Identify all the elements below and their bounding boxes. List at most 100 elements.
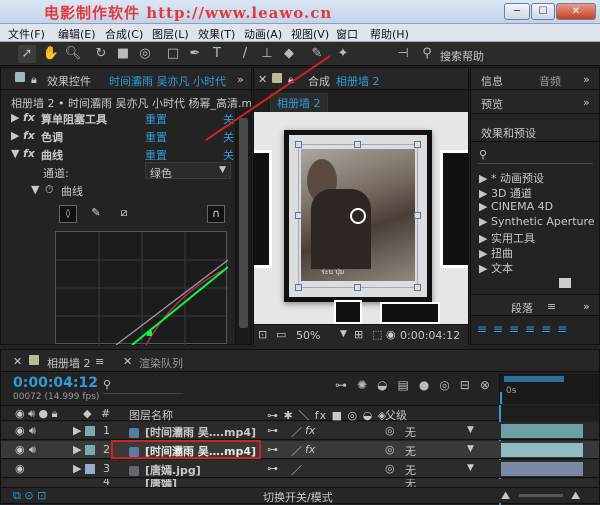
shy-switch-icon[interactable]: ⊶ — [267, 424, 278, 437]
parent-pick-whip-icon[interactable]: ◎ — [385, 462, 395, 475]
camera-tool-icon[interactable]: ■ — [114, 45, 132, 63]
visibility-icon[interactable]: ◉ — [15, 424, 25, 437]
reset-link[interactable]: 重置 — [145, 111, 167, 127]
eraser-tool-icon[interactable]: ◆ — [280, 45, 298, 63]
parent-pick-whip-icon[interactable]: ◎ — [385, 424, 395, 437]
fx-icon[interactable]: fx — [23, 111, 35, 124]
panel-menu-icon[interactable]: ≡ — [547, 300, 556, 313]
timeline-timecode[interactable]: 0:00:04:12 — [13, 375, 98, 391]
search-help-label[interactable]: 搜索帮助 — [440, 48, 484, 64]
stopwatch-icon[interactable]: ⏱︎ — [45, 183, 54, 197]
quality-switch-icon[interactable]: ／ — [291, 462, 302, 478]
tab-effects-presets[interactable]: 效果和预设 — [481, 125, 536, 141]
channel-select[interactable]: 绿色 ▼ — [145, 162, 231, 180]
time-ruler[interactable]: 0s — [499, 374, 599, 404]
quality-switch-icon[interactable]: ／ — [291, 424, 302, 440]
preset-item[interactable]: ▶ 3D 通道 — [479, 185, 532, 201]
preset-item[interactable]: ▶ 文本 — [479, 260, 513, 276]
tab-paragraph[interactable]: 段落 — [511, 300, 533, 316]
always-preview-icon[interactable]: ⊡ — [258, 328, 267, 341]
effect-row[interactable]: ▼ fx 曲线 重置 关 — [1, 147, 241, 163]
selection-tool-icon[interactable]: ➚ — [18, 45, 36, 63]
anchor-point-icon[interactable] — [350, 208, 366, 224]
chevron-down-icon[interactable]: ▼ — [467, 444, 474, 454]
twirl-open-icon[interactable]: ▼ — [11, 147, 19, 160]
parent-pick-whip-icon[interactable]: ◎ — [385, 443, 395, 456]
chevron-down-icon[interactable]: ▼ — [340, 329, 347, 339]
toggle-switches-modes[interactable]: 切换开关/模式 — [263, 489, 333, 505]
tab-effect-layer[interactable]: 时间灞雨 吴亦凡 小时代 — [109, 73, 239, 89]
zoom-out-icon[interactable]: ⛰ — [501, 489, 510, 503]
menu-effect[interactable]: 效果(T) — [198, 26, 235, 42]
layer-handle[interactable] — [295, 212, 302, 219]
twirl-icon[interactable]: ▶ — [11, 129, 19, 142]
panel-expand-icon[interactable]: » — [583, 73, 590, 86]
visibility-icon[interactable]: ◉ — [15, 462, 25, 475]
curve-smooth-tool-icon[interactable]: ∩ — [207, 205, 225, 223]
text-tool-icon[interactable]: T — [208, 45, 226, 63]
tab-info[interactable]: 信息 — [481, 73, 503, 89]
reset-link[interactable]: 重置 — [145, 129, 167, 145]
quality-switch-icon[interactable]: ／ — [291, 443, 302, 459]
comp-viewer[interactable]: ร่ะบ ปุ่ม — [254, 112, 468, 324]
col-layer-name[interactable]: 图层名称 — [129, 407, 173, 423]
reset-link[interactable]: 重置 — [145, 147, 167, 163]
preset-item[interactable]: ▶ * 动画预设 — [479, 170, 544, 186]
menu-file[interactable]: 文件(F) — [8, 26, 45, 42]
tab-timeline[interactable]: 相册墙 2 — [47, 355, 91, 371]
label-color-icon[interactable] — [85, 464, 95, 474]
menu-layer[interactable]: 图层(L) — [152, 26, 189, 42]
panel-expand-icon[interactable]: » — [583, 96, 590, 109]
timeline-switches-icons[interactable]: ⊶✺◒▤●◎⊟⊗ — [335, 378, 500, 392]
effect-row[interactable]: ▶ fx 算单阻塞工具 重置 关 — [1, 111, 241, 127]
layer-row[interactable]: ◉ ▶ 3 [唐嫣.jpg] ⊶ ／ ◎ 无 ▼ — [1, 460, 599, 478]
layer-handle[interactable] — [295, 141, 302, 148]
menu-window[interactable]: 窗口 — [336, 26, 358, 42]
brush-tool-icon[interactable]: / — [236, 45, 254, 63]
roto-brush-tool-icon[interactable]: ✎ — [308, 45, 326, 63]
panel-menu-icon[interactable]: ≡ — [95, 355, 104, 368]
rotate-tool-icon[interactable]: ↻ — [92, 45, 110, 63]
twirl-open-icon[interactable]: ▼ — [31, 183, 39, 196]
minimize-button[interactable]: ─ — [504, 3, 530, 20]
curve-reset-tool-icon[interactable]: ⧄ — [115, 205, 133, 223]
curve-control-point[interactable] — [147, 331, 152, 336]
fx-switch-icon[interactable]: fx — [305, 443, 315, 456]
puppet-pin-tool-icon[interactable]: ✦ — [334, 45, 352, 63]
shy-switch-icon[interactable]: ⊶ — [267, 462, 278, 475]
layer-duration-bar[interactable] — [501, 424, 583, 438]
parent-select-value[interactable]: 无 — [405, 443, 416, 459]
rectangle-tool-icon[interactable]: □ — [164, 45, 182, 63]
fx-switch-icon[interactable]: fx — [305, 424, 315, 437]
twirl-icon[interactable]: ▶ — [73, 462, 81, 475]
menu-edit[interactable]: 编辑(E) — [58, 26, 96, 42]
curve-point-tool-icon[interactable]: ◊ — [59, 205, 77, 223]
panel-expand-icon[interactable]: » — [583, 300, 590, 313]
pen-tool-icon[interactable]: ✒ — [186, 45, 204, 63]
tab-comp-name[interactable]: 相册墙 2 — [336, 73, 380, 89]
hand-tool-icon[interactable]: ✋ — [42, 45, 60, 63]
zoom-value[interactable]: 50% — [296, 329, 320, 342]
menu-view[interactable]: 视图(V) — [291, 26, 329, 42]
tab-audio[interactable]: 音频 — [539, 73, 561, 89]
twirl-icon[interactable]: ▶ — [11, 111, 19, 124]
menu-animation[interactable]: 动画(A) — [244, 26, 282, 42]
lock-icon[interactable]: 🔒︎ — [288, 73, 294, 87]
zoom-slider[interactable] — [519, 494, 563, 497]
layer-handle[interactable] — [414, 284, 421, 291]
layer-handle[interactable] — [414, 212, 421, 219]
preset-item[interactable]: ▶ CINEMA 4D — [479, 200, 553, 213]
parent-select-value[interactable]: 无 — [405, 424, 416, 440]
audio-icon[interactable]: 🔊︎ — [29, 424, 36, 438]
menu-help[interactable]: 帮助(H) — [370, 26, 409, 42]
fx-icon[interactable]: fx — [23, 147, 35, 160]
layer-duration-bar[interactable] — [501, 462, 583, 476]
layer-name[interactable]: [唐嫣] — [145, 479, 177, 487]
close-icon[interactable]: ✕ — [123, 355, 132, 368]
snapping-icon[interactable]: ⊣ — [394, 45, 412, 63]
label-color-icon[interactable] — [85, 445, 95, 455]
work-area-bar[interactable] — [504, 376, 564, 382]
tab-effect-controls[interactable]: 效果控件 — [47, 73, 91, 89]
maximize-button[interactable]: ☐ — [531, 3, 555, 20]
layer-row[interactable]: ◉ 🔊︎ ▶ 1 [时间灞雨 吴….mp4] ⊶ ／ fx ◎ 无 ▼ — [1, 422, 599, 440]
